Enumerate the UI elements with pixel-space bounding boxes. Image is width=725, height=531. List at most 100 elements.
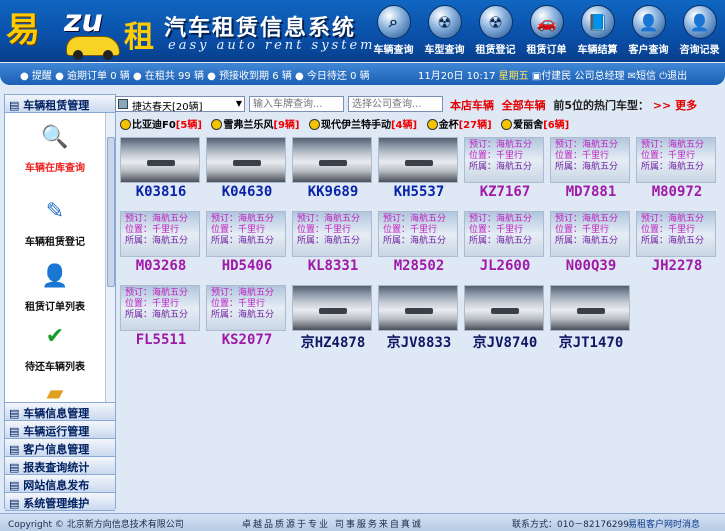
sidebar-item-in-stock-query[interactable]: 🔍 车辆在库查询	[5, 119, 105, 175]
radiation-icon	[120, 119, 131, 130]
unit: 辆	[359, 71, 370, 82]
nav-customer-query[interactable]: 👤 客户查询	[623, 2, 674, 60]
logo-zu-char: 租	[124, 20, 154, 55]
current-user: 付建民 公司总经理	[541, 71, 625, 82]
menu-label: 客户信息管理	[23, 443, 90, 456]
check-icon: ✔	[45, 323, 65, 349]
menu-label: 报表查询统计	[23, 461, 90, 474]
plate-number: N00Q39	[565, 258, 617, 274]
vehicle-card[interactable]: 京HZ4878	[290, 282, 373, 354]
menu-label: 车辆运行管理	[23, 425, 90, 438]
menu-vehicle-run[interactable]: ▤ 车辆运行管理	[5, 421, 115, 439]
vehicle-card[interactable]: KK9689	[290, 134, 373, 206]
hot-model-name: 比亚迪F0	[132, 120, 176, 131]
vehicle-card[interactable]: 预订：海航五分 位置：千里行 所属：海航五分 JH2278	[634, 208, 717, 280]
radiation-icon	[426, 119, 438, 130]
nav-label: 咨询记录	[679, 45, 720, 56]
user-icon: ▣	[531, 71, 542, 82]
vehicle-card[interactable]: 预订：海航五分 位置：千里行 所属：海航五分 HD5406	[204, 208, 287, 280]
sidebar-header-rental[interactable]: ▤ 车辆租赁管理	[5, 95, 115, 113]
plate-search-input[interactable]	[249, 96, 344, 112]
vehicle-card[interactable]: 预订：海航五分 位置：千里行 所属：海航五分 MD7881	[548, 134, 631, 206]
vehicle-card[interactable]: 京JV8740	[462, 282, 545, 354]
nav-rent-register[interactable]: ☢ 租赁登记	[470, 2, 521, 60]
vehicle-card[interactable]: 京JT1470	[548, 282, 631, 354]
plate-number: KK9689	[307, 184, 359, 200]
model-select-value: 捷达春天[20辆]	[132, 102, 203, 113]
hot-model-item[interactable]: 现代伊兰特手动[4辆]	[308, 116, 417, 131]
menu-icon: ▤	[9, 479, 20, 492]
hot-model-item[interactable]: 雪弗兰乐风[9辆]	[211, 116, 300, 131]
hot-model-item[interactable]: 比亚迪F0[5辆]	[120, 116, 202, 131]
vehicle-card[interactable]: 预订：海航五分 位置：千里行 所属：海航五分 KZ7167	[462, 134, 545, 206]
unit: 辆	[119, 71, 130, 82]
car-photo: 预订：海航五分 位置：千里行 所属：海航五分	[120, 285, 200, 331]
vehicle-card[interactable]: 京JV8833	[376, 282, 459, 354]
bell-icon: ●	[20, 71, 29, 82]
sidebar: ▤ 车辆租赁管理 🔍 车辆在库查询 ✎ 车辆租赁登记 👤 租赁订单列表 ✔ 待还车辆列表…	[4, 94, 116, 511]
weekday: 星期五	[498, 71, 529, 82]
nav-label: 车辆查询	[373, 45, 414, 56]
nav-consult-records[interactable]: 👤 咨询记录	[674, 2, 725, 60]
plate-number: HD5406	[221, 258, 273, 274]
car-photo: 预订：海航五分 位置：千里行 所属：海航五分	[206, 285, 286, 331]
vehicle-card[interactable]: 预订：海航五分 位置：千里行 所属：海航五分 M80972	[634, 134, 717, 206]
store-cars-link[interactable]: 本店车辆	[450, 99, 494, 112]
menu-vehicle-info[interactable]: ▤ 车辆信息管理	[5, 403, 115, 421]
hot-model-item[interactable]: 金杯[27辆]	[426, 116, 492, 131]
sms-link[interactable]: 短信	[636, 71, 656, 82]
menu-system[interactable]: ▤ 系统管理维护	[5, 493, 115, 511]
sidebar-item-rent-register[interactable]: ✎ 车辆租赁登记	[5, 193, 105, 249]
sidebar-scrollbar[interactable]	[105, 113, 115, 402]
menu-customer-info[interactable]: ▤ 客户信息管理	[5, 439, 115, 457]
sidebar-item-folder[interactable]: ▰	[5, 375, 105, 403]
vehicle-card[interactable]: 预订：海航五分 位置：千里行 所属：海航五分 KS2077	[204, 282, 287, 354]
plate-number: FL5511	[135, 332, 187, 348]
model-select[interactable]: 捷达春天[20辆] ▼	[115, 96, 245, 113]
calendar-icon	[118, 99, 128, 109]
nav-rent-orders[interactable]: 🚗 租赁订单	[521, 2, 572, 60]
vehicle-card[interactable]: 预订：海航五分 位置：千里行 所属：海航五分 KL8331	[290, 208, 373, 280]
renting-label[interactable]: 在租共	[145, 71, 175, 82]
vehicle-status-overlay: 预订：海航五分 位置：千里行 所属：海航五分	[555, 214, 619, 246]
car-photo	[292, 285, 372, 331]
hot-model-count: [27辆]	[458, 120, 492, 131]
vehicle-card[interactable]: 预订：海航五分 位置：千里行 所属：海航五分 M03268	[118, 208, 201, 280]
company-search-input[interactable]	[348, 96, 443, 112]
hot-model-item[interactable]: 爱丽舍[6辆]	[501, 116, 569, 131]
hot-model-name: 爱丽舍	[513, 120, 544, 131]
logout-link[interactable]: 退出	[667, 71, 687, 82]
sidebar-item-pending-return[interactable]: ✔ 待还车辆列表	[5, 318, 105, 374]
vehicle-card[interactable]: 预订：海航五分 位置：千里行 所属：海航五分 FL5511	[118, 282, 201, 354]
hot-model-name: 现代伊兰特手动	[320, 120, 391, 131]
vehicle-card[interactable]: 预订：海航五分 位置：千里行 所属：海航五分 N00Q39	[548, 208, 631, 280]
overdue-label[interactable]: 逾期订单	[67, 71, 107, 82]
menu-reports[interactable]: ▤ 报表查询统计	[5, 457, 115, 475]
nav-label: 客户查询	[628, 45, 669, 56]
menu-label: 系统管理维护	[23, 497, 90, 510]
car-photo	[292, 137, 372, 183]
vehicle-card[interactable]: 预订：海航五分 位置：千里行 所属：海航五分 JL2600	[462, 208, 545, 280]
vehicle-status-overlay: 预订：海航五分 位置：千里行 所属：海航五分	[211, 214, 275, 246]
vehicle-card[interactable]: K03816	[118, 134, 201, 206]
vehicle-card[interactable]: 预订：海航五分 位置：千里行 所属：海航五分 M28502	[376, 208, 459, 280]
user-icon: 👤	[41, 263, 69, 289]
client-message-link[interactable]: 易租客户网时消息	[628, 517, 700, 530]
nav-vehicle-settle[interactable]: 📘 车辆结算	[572, 2, 623, 60]
more-link[interactable]: >> 更多	[653, 99, 697, 112]
nav-model-query[interactable]: ☢ 车型查询	[419, 2, 470, 60]
nav-vehicle-query[interactable]: ⌕ 车辆查询	[368, 2, 419, 60]
vehicle-card[interactable]: KH5537	[376, 134, 459, 206]
car-photo	[120, 137, 200, 183]
due-label[interactable]: 预接收到期	[219, 71, 269, 82]
all-cars-link[interactable]: 全部车辆	[502, 99, 546, 112]
sidebar-item-order-list[interactable]: 👤 租赁订单列表	[5, 258, 105, 314]
scrollbar-thumb[interactable]	[107, 137, 115, 287]
today-return-label[interactable]: 今日待还	[307, 71, 347, 82]
user-icon: 👤	[631, 5, 666, 39]
vehicle-card[interactable]: K04630	[204, 134, 287, 206]
menu-label: 网站信息发布	[23, 479, 90, 492]
plate-number: 京JV8740	[472, 335, 538, 351]
car-photo: 预订：海航五分 位置：千里行 所属：海航五分	[378, 211, 458, 257]
menu-web-publish[interactable]: ▤ 网站信息发布	[5, 475, 115, 493]
